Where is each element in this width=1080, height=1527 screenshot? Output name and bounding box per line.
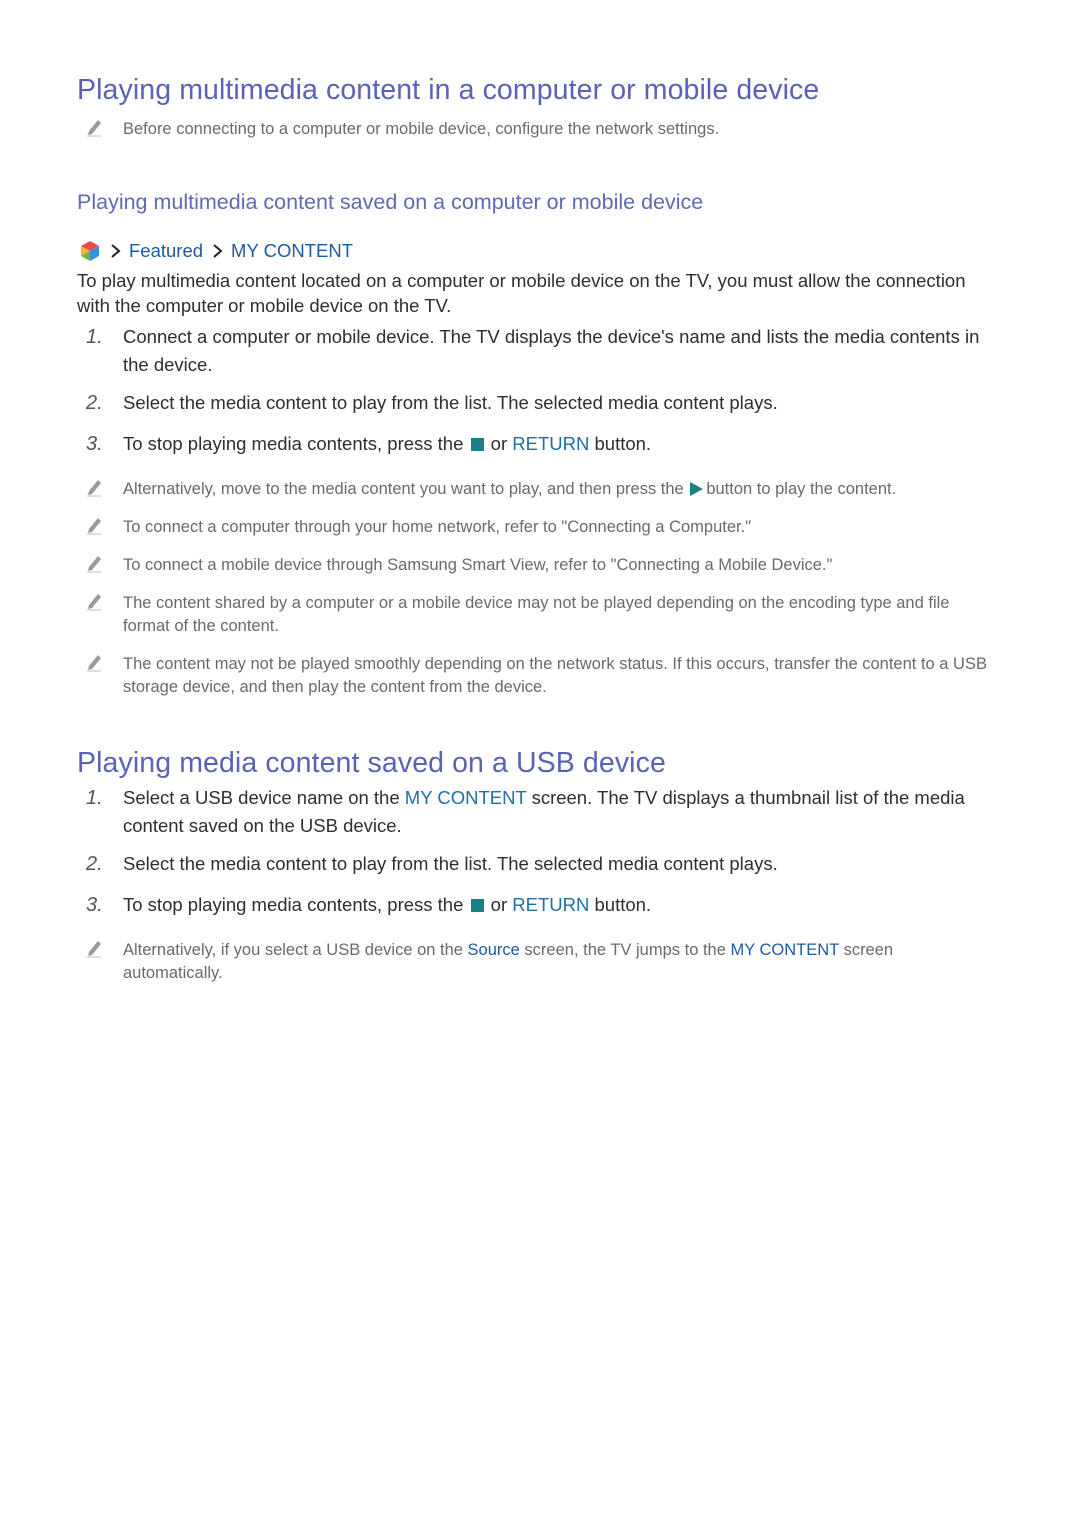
intro-paragraph: To play multimedia content located on a … (77, 270, 966, 316)
step-item: 2. Select the media content to play from… (86, 392, 778, 414)
pencil-note-icon (87, 556, 101, 573)
note-item: To connect a computer through your home … (77, 516, 997, 539)
breadcrumb-featured[interactable]: Featured (129, 240, 203, 262)
note-item: The content may not be played smoothly d… (77, 653, 997, 699)
note-item: The content shared by a computer or a mo… (77, 592, 997, 638)
section-title-usb: Playing media content saved on a USB dev… (77, 747, 666, 779)
step-item: 3. To stop playing media contents, press… (86, 894, 652, 916)
keyword-my-content: MY CONTENT (730, 941, 839, 959)
pencil-note-icon (87, 594, 101, 611)
step-item: 3. To stop playing media contents, press… (86, 433, 652, 455)
keyword-return: RETURN (512, 433, 590, 454)
note-item: Alternatively, move to the media content… (77, 478, 997, 501)
note-network-settings: Before connecting to a computer or mobil… (77, 118, 997, 141)
keyword-return: RETURN (512, 894, 590, 915)
subsection-title-saved-on-computer: Playing multimedia content saved on a co… (77, 190, 704, 214)
keyword-my-content: MY CONTENT (404, 787, 527, 808)
step-item: 1. Connect a computer or mobile device. … (86, 326, 980, 375)
chevron-right-icon (111, 244, 121, 258)
pencil-note-icon (87, 655, 101, 672)
breadcrumb-my-content[interactable]: MY CONTENT (231, 240, 353, 262)
stop-icon (470, 899, 484, 912)
step-item: 2. Select the media content to play from… (86, 853, 778, 875)
play-icon (690, 482, 704, 496)
stop-icon (470, 438, 484, 451)
pencil-note-icon (87, 518, 101, 535)
pencil-note-icon (87, 120, 101, 137)
note-item: To connect a mobile device through Samsu… (77, 554, 997, 577)
note-item: Alternatively, if you select a USB devic… (77, 939, 997, 985)
keyword-source: Source (467, 941, 520, 959)
breadcrumb: Featured MY CONTENT (77, 238, 353, 264)
pencil-note-icon (87, 480, 101, 497)
section-title-computer-mobile: Playing multimedia content in a computer… (77, 74, 820, 106)
step-item: 1. Select a USB device name on the MY CO… (86, 787, 965, 836)
pencil-note-icon (87, 941, 101, 958)
chevron-right-icon (213, 244, 223, 258)
smart-hub-cube-icon (81, 241, 99, 261)
